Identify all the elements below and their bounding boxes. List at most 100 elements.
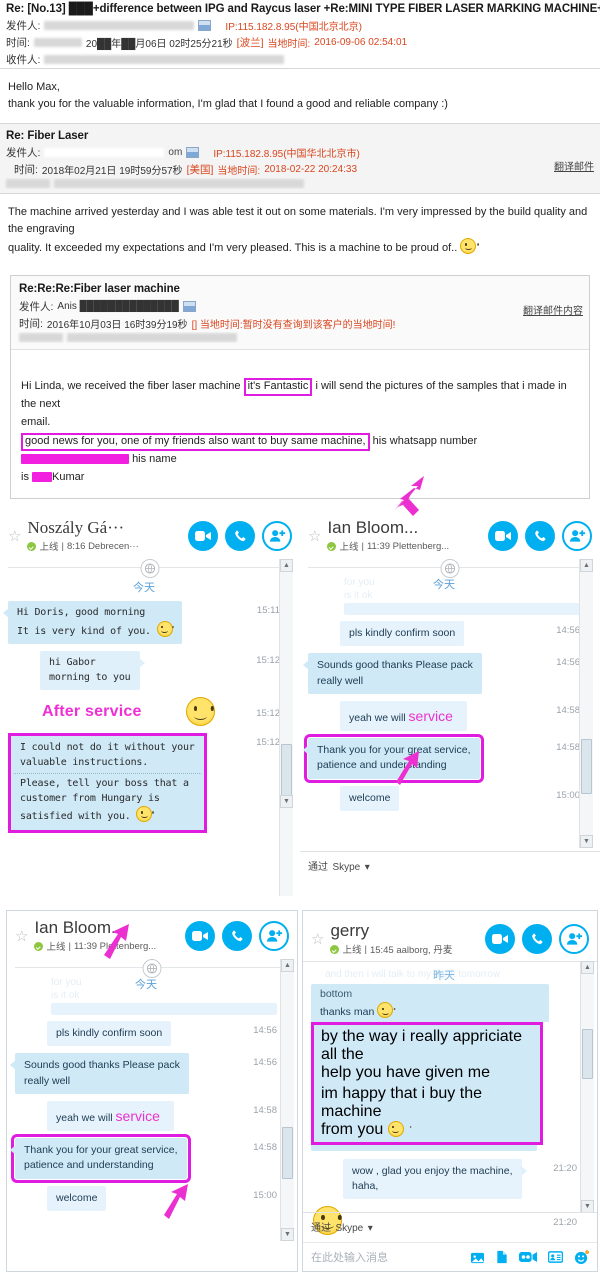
message-bubble: Sounds good thanks Please pack really we…	[10, 1053, 189, 1094]
quoted-subject: Re:Re:Re:Fiber laser machine	[19, 283, 180, 296]
video-message-icon[interactable]	[519, 1251, 537, 1263]
status-sep: |	[68, 940, 71, 952]
chevron-down-icon[interactable]: ▾	[368, 1223, 373, 1234]
translate-email-link[interactable]: 翻译邮件	[554, 158, 594, 173]
status-text: 上线	[46, 942, 66, 954]
skype-row-bottom: ☆ Ian Bloom... 上线 | 11:39 Plettenberg...	[0, 910, 600, 1272]
chevron-down-icon[interactable]: ▾	[365, 862, 370, 873]
skype-dropdown[interactable]: Skype	[335, 1223, 363, 1234]
favorite-star-icon[interactable]: ☆	[308, 529, 321, 544]
chat-messages-ianbloom-bottom: for you is it ok 今天 pls kindly confirm s…	[7, 975, 297, 1222]
video-call-button[interactable]	[485, 924, 515, 955]
favorite-star-icon[interactable]: ☆	[311, 932, 324, 947]
favorite-star-icon[interactable]: ☆	[8, 529, 21, 544]
skype-panel-ianbloom-bottom: ☆ Ian Bloom... 上线 | 11:39 Plettenberg...	[6, 910, 298, 1272]
scroll-down-arrow[interactable]: ▼	[580, 835, 593, 849]
redacted-first-name	[32, 471, 53, 482]
message-line: yeah we will	[56, 1111, 113, 1124]
status-meta: 11:39 Plettenberg...	[73, 940, 157, 952]
status-sep: |	[364, 943, 367, 955]
message-row: pls kindly confirm soon 14:56	[308, 621, 580, 647]
scrollbar-thumb[interactable]	[581, 739, 592, 795]
quoted-email-body: Hi Linda, we received the fiber laser ma…	[11, 350, 589, 498]
message-time: 15:00	[253, 1189, 277, 1201]
image-icon[interactable]	[470, 1251, 485, 1264]
annotation-after-service: After service	[42, 702, 142, 720]
favorite-star-icon[interactable]: ☆	[15, 929, 28, 944]
message-line: Sounds good thanks Please pack	[24, 1059, 180, 1072]
audio-call-button[interactable]	[525, 521, 555, 552]
scroll-up-arrow[interactable]: ▲	[281, 959, 294, 973]
scroll-up-arrow[interactable]: ▲	[280, 559, 293, 573]
message-time: 15:12	[256, 655, 280, 667]
status-meta: 15:45 aalborg, 丹麦	[369, 945, 453, 957]
message-row: pls kindly confirm soon 14:56	[15, 1021, 277, 1047]
message-bubble: Please, tell your boss that a customer f…	[13, 773, 202, 828]
message-line: haha,	[352, 1179, 379, 1192]
message-row: Sounds good thanks Please pack really we…	[10, 1053, 277, 1094]
message-bubble: Sounds good thanks Please pack really we…	[303, 653, 482, 694]
email-body-line-text: quality. It exceeded my expectations and…	[8, 242, 458, 255]
message-line: patience and understanding	[317, 759, 447, 772]
message-bubble: bottom thanks man	[311, 984, 549, 1022]
message-line-text: thanks man	[320, 1006, 375, 1019]
message-bubble: Hi Doris, good morning It is very kind o…	[3, 601, 182, 645]
audio-call-button[interactable]	[225, 521, 255, 552]
scroll-up-arrow[interactable]: ▲	[580, 559, 593, 573]
ghost-bubble	[344, 603, 580, 616]
add-people-button[interactable]	[562, 521, 592, 552]
translate-content-link[interactable]: 翻译邮件内容	[523, 302, 583, 317]
skype-dropdown[interactable]: Skype	[332, 862, 360, 873]
video-camera-icon	[192, 931, 208, 942]
sender-label: 发件人:	[6, 147, 41, 160]
contact-identity: Noszály Gá··· 上线 | 8:16 Debrecen···	[27, 519, 188, 553]
add-people-button[interactable]	[259, 921, 289, 952]
email-body-line: quality. It exceeded my expectations and…	[8, 238, 592, 257]
message-time: 14:56	[253, 1025, 277, 1037]
scrollbar-thumb[interactable]	[582, 1029, 593, 1080]
email-subject-text: Re: Fiber Laser	[6, 130, 89, 143]
message-time: 14:56	[253, 1057, 277, 1069]
message-bubble: yeah we will service	[47, 1100, 174, 1132]
emoticon-icon[interactable]	[574, 1249, 589, 1265]
chat-scrollbar[interactable]: ▲ ▼	[280, 959, 294, 1242]
chat-scrollbar[interactable]: ▲ ▼	[279, 559, 293, 897]
local-time-label: 当地时间:	[217, 166, 261, 178]
skype-panel-ianbloom-top: ☆ Ian Bloom... 上线 | 11:39 Plettenberg...	[300, 511, 600, 897]
sender-label: 发件人:	[19, 301, 54, 314]
smiley-emoji	[377, 1002, 394, 1019]
add-people-button[interactable]	[559, 924, 589, 955]
scroll-up-arrow[interactable]: ▲	[581, 961, 594, 975]
audio-call-button[interactable]	[222, 921, 252, 952]
quoted-email-header: Re:Re:Re:Fiber laser machine 发件人: Anis █…	[11, 276, 589, 351]
add-people-button[interactable]	[262, 521, 292, 552]
message-line: from you	[321, 1120, 533, 1139]
add-person-icon	[266, 930, 282, 942]
message-input[interactable]: 在此处输入消息	[311, 1249, 470, 1265]
email-sender-row: 发件人: om IP:115.182.8.95(中国华北北京市) 翻译邮件	[0, 144, 600, 173]
bubble-bottom-edge	[311, 1144, 537, 1151]
online-status-icon	[330, 944, 340, 954]
video-call-button[interactable]	[188, 521, 218, 552]
email-body-line: thank you for the valuable information, …	[8, 98, 448, 111]
scroll-down-arrow[interactable]: ▼	[281, 1228, 294, 1242]
message-time: 14:58	[556, 704, 580, 716]
message-row: Sounds good thanks Please pack really we…	[303, 653, 580, 694]
audio-call-button[interactable]	[522, 924, 552, 955]
skype-header: ☆ Ian Bloom... 上线 | 11:39 Plettenberg...	[7, 911, 297, 960]
video-call-button[interactable]	[488, 521, 518, 552]
contact-name: gerry	[330, 922, 370, 941]
file-icon[interactable]	[496, 1250, 508, 1264]
message-row-annotation: After service 15:12	[8, 697, 280, 727]
scrollbar-thumb[interactable]	[282, 1127, 293, 1180]
video-call-button[interactable]	[185, 921, 215, 952]
message-line: welcome	[349, 791, 391, 804]
chat-scrollbar[interactable]: ▲ ▼	[580, 961, 594, 1214]
sender-ip: IP:115.182.8.95(中国华北北京市)	[213, 149, 360, 161]
flag-icon	[186, 147, 200, 159]
scroll-down-arrow[interactable]: ▼	[280, 795, 293, 809]
message-line: Thank you for your great service,	[317, 744, 471, 757]
contact-card-icon[interactable]	[548, 1251, 563, 1263]
ghost-messages: for you is it ok 今天	[15, 977, 277, 1003]
chat-scrollbar[interactable]: ▲ ▼	[579, 559, 593, 849]
